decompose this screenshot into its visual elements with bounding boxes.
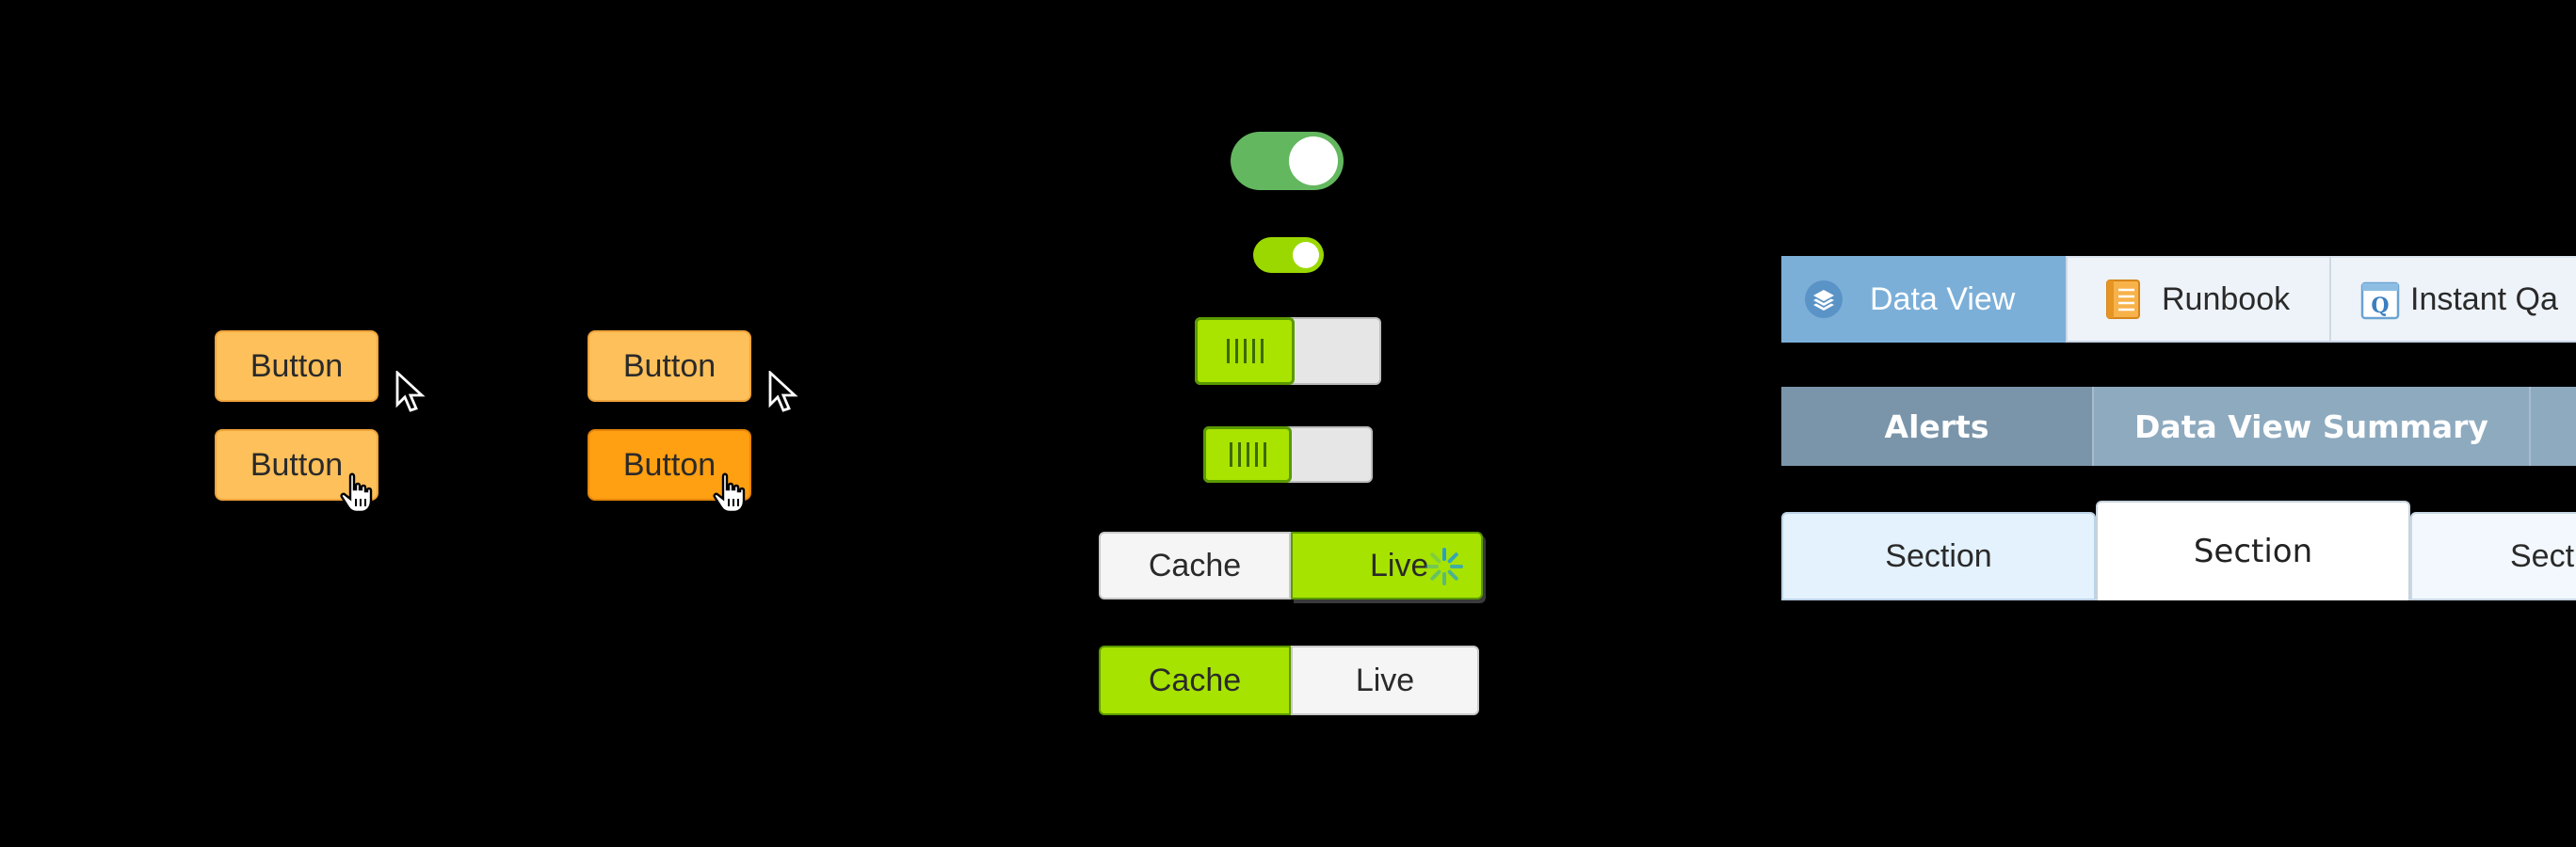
tab-overflow[interactable] (2531, 387, 2576, 466)
slide-toggle-large[interactable] (1195, 317, 1381, 385)
button-default-2[interactable]: Button (588, 330, 751, 402)
slide-toggle-handle[interactable] (1203, 426, 1292, 483)
tab-instant-qa[interactable]: Q Instant Qa (2329, 256, 2576, 343)
hand-cursor-icon (713, 472, 746, 514)
arrow-cursor-icon (768, 371, 798, 412)
arrow-cursor-icon (395, 371, 426, 412)
header-tab-bar: Alerts Data View Summary (1781, 387, 2576, 466)
svg-text:Q: Q (2371, 294, 2389, 318)
segment-live[interactable]: Live (1291, 646, 1479, 715)
segmented-control-cache: Cache Live (1099, 646, 1479, 715)
segment-cache[interactable]: Cache (1099, 532, 1291, 599)
small-pill-toggle[interactable] (1253, 237, 1324, 273)
tab-section-inactive[interactable]: Sect (2410, 512, 2576, 600)
large-pill-toggle[interactable] (1231, 132, 1344, 190)
toggle-knob (1289, 136, 1338, 185)
hand-cursor-icon (340, 472, 373, 514)
tab-runbook[interactable]: Runbook (2066, 256, 2329, 343)
calendar-q-icon: Q (2360, 281, 2400, 320)
tab-data-view[interactable]: Data View (1781, 256, 2066, 343)
tab-data-view-summary[interactable]: Data View Summary (2094, 387, 2531, 466)
slide-toggle-small[interactable] (1203, 426, 1373, 483)
tab-label: Instant Qa (2410, 280, 2558, 317)
layers-icon (1805, 280, 1843, 318)
slide-toggle-handle[interactable] (1195, 317, 1295, 385)
tab-alerts[interactable]: Alerts (1781, 387, 2094, 466)
toggle-knob (1293, 242, 1319, 268)
tab-section-active[interactable]: Section (2096, 501, 2410, 600)
tab-section-hover[interactable]: Section (1781, 512, 2096, 600)
segment-cache[interactable]: Cache (1099, 646, 1291, 715)
icon-tab-bar: Data View Runbook Q Instant Qa (1781, 256, 2576, 343)
section-tab-bar: Section Section Sect (1781, 501, 2576, 600)
loading-spinner-icon (1425, 548, 1463, 585)
button-default[interactable]: Button (215, 330, 378, 402)
notebook-icon (2106, 280, 2140, 319)
tab-label: Runbook (2162, 280, 2291, 317)
tab-label: Data View (1870, 280, 2016, 317)
